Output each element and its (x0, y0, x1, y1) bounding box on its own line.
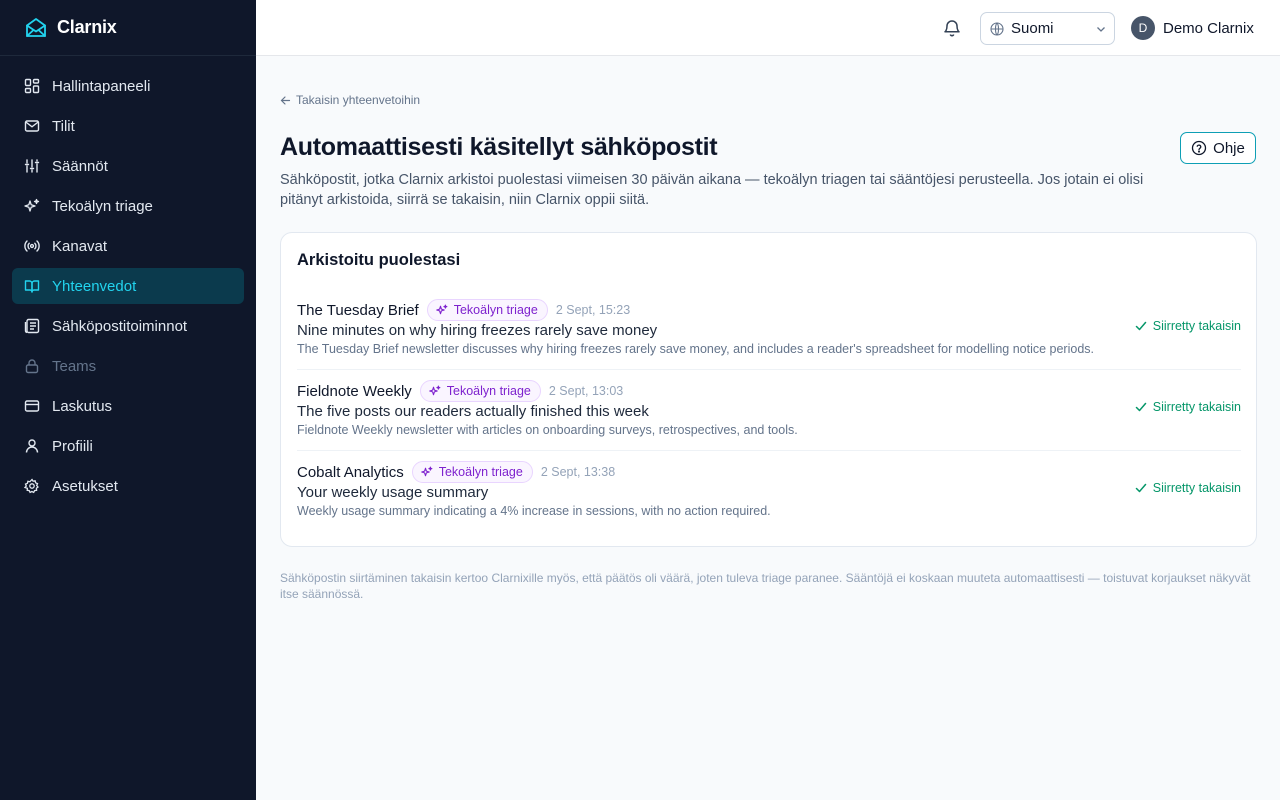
sidebar-item-hallintapaneeli[interactable]: Hallintapaneeli (12, 68, 244, 104)
broadcast-icon (24, 238, 40, 254)
user-menu[interactable]: D Demo Clarnix (1131, 16, 1254, 40)
brand-name: Clarnix (57, 17, 117, 37)
sparkles-icon (420, 466, 433, 478)
sidebar-item-yhteenvedot[interactable]: Yhteenvedot (12, 268, 244, 304)
top-header: Suomi D Demo Clarnix (256, 0, 1280, 56)
brand[interactable]: Clarnix (0, 0, 256, 56)
archived-card: Arkistoitu puolestasi The Tuesday Brief … (280, 232, 1257, 547)
bell-icon[interactable] (942, 18, 962, 38)
sidebar-item-label: Asetukset (52, 477, 118, 495)
email-sender: Cobalt Analytics (297, 463, 404, 481)
back-link[interactable]: Takaisin yhteenvetoihin (280, 93, 420, 107)
user-icon (24, 438, 40, 454)
sidebar-nav: Hallintapaneeli Tilit Säännöt Tekoälyn t… (0, 56, 256, 520)
sidebar-item-label: Tekoälyn triage (52, 197, 153, 215)
page-description: Sähköpostit, jotka Clarnix arkistoi puol… (280, 172, 1144, 208)
user-name: Demo Clarnix (1163, 19, 1254, 37)
dashboard-icon (24, 78, 40, 94)
card-title: Arkistoitu puolestasi (297, 251, 461, 269)
status-badge: Siirretty takaisin (1135, 319, 1241, 333)
credit-card-icon (24, 398, 40, 414)
status-badge: Siirretty takaisin (1135, 481, 1241, 495)
list-icon (24, 318, 40, 334)
sidebar-item-label: Teams (52, 357, 97, 375)
check-icon (1135, 482, 1147, 494)
sidebar: Clarnix Hallintapaneeli Tilit Säännöt Te… (0, 0, 256, 800)
list-item[interactable]: Cobalt Analytics Tekoälyn triage 2 Sept,… (297, 451, 1241, 532)
back-link-label: Takaisin yhteenvetoihin (296, 93, 421, 107)
triage-badge: Tekoälyn triage (411, 461, 533, 483)
gear-icon (24, 478, 40, 494)
sidebar-item-label: Kanavat (52, 237, 108, 255)
sidebar-item-teams: Teams (12, 348, 244, 384)
email-subject: Your weekly usage summary (297, 484, 489, 501)
triage-badge: Tekoälyn triage (419, 380, 541, 402)
sidebar-item-saannot[interactable]: Säännöt (12, 148, 244, 184)
sidebar-item-label: Profiili (52, 437, 93, 455)
help-label: Ohje (1213, 139, 1245, 157)
check-icon (1135, 320, 1147, 332)
language-select[interactable]: Suomi (980, 12, 1115, 45)
lock-icon (24, 358, 40, 374)
email-time: 2 Sept, 13:03 (548, 384, 624, 398)
sidebar-item-label: Hallintapaneeli (52, 77, 151, 95)
sidebar-item-label: Laskutus (52, 397, 113, 415)
email-subject: The five posts our readers actually fini… (297, 403, 649, 420)
sparkles-icon (24, 198, 40, 214)
badge-label: Tekoälyn triage (438, 465, 523, 479)
status-badge: Siirretty takaisin (1135, 400, 1241, 414)
triage-badge: Tekoälyn triage (426, 299, 548, 321)
sparkles-icon (435, 304, 448, 316)
sidebar-item-sahkopostitoiminnot[interactable]: Sähköpostitoiminnot (12, 308, 244, 344)
email-summary: The Tuesday Brief newsletter discusses w… (297, 342, 1095, 356)
email-time: 2 Sept, 15:23 (555, 303, 631, 317)
sparkles-icon (428, 385, 441, 397)
sidebar-item-tekoalyn-triage[interactable]: Tekoälyn triage (12, 188, 244, 224)
email-sender: The Tuesday Brief (297, 301, 419, 319)
language-value: Suomi (1011, 20, 1054, 37)
email-summary: Weekly usage summary indicating a 4% inc… (297, 504, 771, 518)
sidebar-item-kanavat[interactable]: Kanavat (12, 228, 244, 264)
email-summary: Fieldnote Weekly newsletter with article… (297, 423, 798, 437)
envelope-logo-icon (24, 16, 48, 40)
sidebar-item-profiili[interactable]: Profiili (12, 428, 244, 464)
sidebar-item-asetukset[interactable]: Asetukset (12, 468, 244, 504)
book-icon (24, 278, 40, 294)
status-label: Siirretty takaisin (1152, 481, 1241, 495)
sidebar-item-label: Sähköpostitoiminnot (52, 317, 188, 335)
badge-label: Tekoälyn triage (453, 303, 538, 317)
sidebar-item-label: Yhteenvedot (52, 277, 137, 295)
help-icon (1191, 140, 1207, 156)
footnote: Sähköpostin siirtäminen takaisin kertoo … (280, 571, 1251, 601)
email-subject: Nine minutes on why hiring freezes rarel… (297, 322, 658, 339)
sidebar-item-laskutus[interactable]: Laskutus (12, 388, 244, 424)
list-item[interactable]: Fieldnote Weekly Tekoälyn triage 2 Sept,… (297, 370, 1241, 451)
sidebar-item-label: Säännöt (52, 157, 108, 175)
sidebar-item-tilit[interactable]: Tilit (12, 108, 244, 144)
chevron-down-icon (1095, 23, 1107, 35)
avatar: D (1131, 16, 1155, 40)
arrow-left-icon (280, 95, 291, 106)
list-item[interactable]: The Tuesday Brief Tekoälyn triage 2 Sept… (297, 289, 1241, 370)
help-button[interactable]: Ohje (1180, 132, 1256, 164)
badge-label: Tekoälyn triage (446, 384, 531, 398)
status-label: Siirretty takaisin (1152, 319, 1241, 333)
sliders-icon (24, 158, 40, 174)
email-sender: Fieldnote Weekly (297, 382, 412, 400)
globe-icon (990, 21, 1004, 36)
page-title: Automaattisesti käsitellyt sähköpostit (280, 133, 718, 161)
mail-icon (24, 118, 40, 134)
email-time: 2 Sept, 13:38 (540, 465, 616, 479)
check-icon (1135, 401, 1147, 413)
sidebar-item-label: Tilit (52, 117, 75, 135)
status-label: Siirretty takaisin (1152, 400, 1241, 414)
